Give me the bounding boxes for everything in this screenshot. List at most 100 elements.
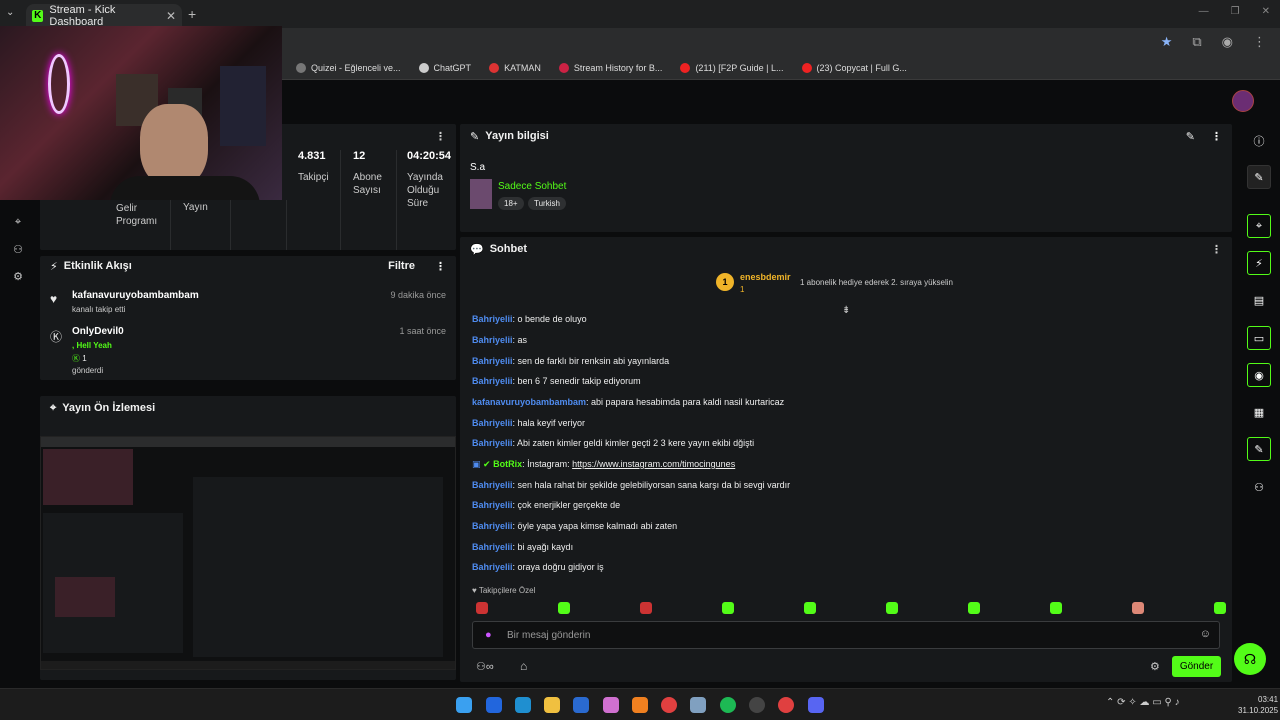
- menu-icon[interactable]: ⋮: [1253, 34, 1266, 50]
- taskbar: ⌃ ⟳ ✧ ☁ ▭ ⚲ ♪ 03:41 31.10.2025: [0, 688, 1280, 720]
- store-icon[interactable]: [573, 697, 589, 713]
- more-options-icon[interactable]: ⋮: [1211, 130, 1222, 143]
- poll-icon[interactable]: ⚇∞: [476, 660, 494, 673]
- scroll-down-icon[interactable]: ⇟: [842, 305, 850, 316]
- emote-icon[interactable]: [804, 602, 816, 614]
- store-icon[interactable]: ⌂: [520, 659, 527, 673]
- profile-icon[interactable]: ◉: [1222, 34, 1233, 50]
- activity-header: ⚡ Etkinlik Akışı Filtre ⋮: [40, 256, 456, 276]
- star-icon[interactable]: ★: [1161, 34, 1173, 50]
- edge-icon[interactable]: [515, 697, 531, 713]
- preview-title: Yayın Ön İzlemesi: [62, 402, 156, 414]
- vlc-icon[interactable]: [632, 697, 648, 713]
- obs-icon[interactable]: [749, 697, 765, 713]
- kick-icon: Ⓚ: [50, 330, 63, 344]
- emote-icon[interactable]: [886, 602, 898, 614]
- verified-icon: ✔: [483, 459, 491, 469]
- layout-icon[interactable]: ▦: [1247, 400, 1271, 424]
- top-gifter-name[interactable]: enesbdemir: [740, 272, 791, 282]
- discord-icon[interactable]: [808, 697, 824, 713]
- new-tab-button[interactable]: +: [188, 6, 196, 22]
- bolt-icon[interactable]: ⚡: [1247, 251, 1271, 275]
- chat-input-placeholder: Bir mesaj gönderin: [507, 630, 591, 641]
- extensions-icon[interactable]: ⧉: [1192, 34, 1201, 50]
- tab-close-icon[interactable]: ✕: [166, 9, 176, 23]
- users-icon[interactable]: ⚇: [10, 243, 26, 259]
- app-icon[interactable]: [603, 697, 619, 713]
- more-options-icon[interactable]: ⋮: [1211, 243, 1222, 256]
- clipboard-icon[interactable]: ▤: [1247, 288, 1271, 312]
- filter-button[interactable]: Filtre: [388, 260, 415, 272]
- help-button[interactable]: ☊: [1234, 643, 1266, 675]
- tab-search-icon[interactable]: ⌄: [6, 7, 14, 18]
- more-options-icon[interactable]: ⋮: [435, 130, 446, 143]
- category-thumbnail: [470, 179, 492, 209]
- stream-title: S.a: [470, 162, 486, 173]
- broadcast-icon[interactable]: ◉: [1247, 363, 1271, 387]
- user-avatar[interactable]: [1232, 90, 1254, 112]
- clock[interactable]: 03:41 31.10.2025: [1238, 694, 1278, 716]
- chat-icon[interactable]: ▭: [1247, 326, 1271, 350]
- stat-stream-label: Yayın: [183, 202, 208, 213]
- window-controls: — ❐ ✕: [1199, 6, 1270, 17]
- bolt-icon: ⚡: [50, 260, 58, 273]
- edit-icon[interactable]: ✎: [1247, 165, 1271, 189]
- chat-icon: 💬: [470, 243, 484, 256]
- info-icon[interactable]: ⓘ: [1247, 129, 1271, 153]
- emote-icon[interactable]: [968, 602, 980, 614]
- chat-header: 💬 Sohbet ⋮: [460, 237, 1232, 261]
- more-options-icon[interactable]: ⋮: [435, 260, 446, 273]
- tag-badge[interactable]: Turkish: [528, 197, 566, 210]
- followers-only-label: ♥ Takipçilere Özel: [472, 586, 536, 595]
- bookmark-item[interactable]: Stream History for B...: [558, 62, 662, 73]
- emote-icon[interactable]: [1050, 602, 1062, 614]
- emote-icon[interactable]: [558, 602, 570, 614]
- send-button[interactable]: Gönder: [1172, 656, 1221, 677]
- chat-message: Bahriyelii: oraya doğru gidiyor iş: [472, 562, 604, 572]
- integrations-icon[interactable]: ⚇: [1247, 475, 1271, 499]
- spotify-icon[interactable]: [720, 697, 736, 713]
- close-window-icon[interactable]: ✕: [1262, 6, 1270, 17]
- stat-followers: 4.831 Takipçi: [298, 150, 329, 183]
- bookmark-item[interactable]: ChatGPT: [418, 62, 471, 73]
- emote-icon[interactable]: [722, 602, 734, 614]
- emoji-icon[interactable]: ☺: [1200, 628, 1211, 640]
- chrome-icon[interactable]: [661, 697, 677, 713]
- chat-link[interactable]: https://www.instagram.com/timocingunes: [572, 459, 735, 469]
- chat-settings-icon[interactable]: ⚙: [1150, 660, 1160, 673]
- chat-input[interactable]: ● Bir mesaj gönderin ☺: [472, 621, 1220, 649]
- app-icon[interactable]: [486, 697, 502, 713]
- settings-icon[interactable]: ⚙: [10, 270, 26, 286]
- tag-badge[interactable]: 18+: [498, 197, 524, 210]
- emote-icon[interactable]: [640, 602, 652, 614]
- browser-tab[interactable]: K Stream - Kick Dashboard ✕: [26, 4, 182, 28]
- bot-badge-icon: ▣: [472, 459, 481, 469]
- emote-icon[interactable]: [476, 602, 488, 614]
- explorer-icon[interactable]: [544, 697, 560, 713]
- stream-preview-video[interactable]: [40, 436, 456, 670]
- windows-start-icon[interactable]: [456, 697, 472, 713]
- wrench-icon[interactable]: ✎: [1247, 437, 1271, 461]
- gift-hint: 1 abonelik hediye ederek 2. sıraya yükse…: [800, 278, 953, 287]
- minimize-icon[interactable]: —: [1199, 6, 1209, 17]
- preview-header: ⌖ Yayın Ön İzlemesi: [40, 396, 456, 420]
- chrome-icon[interactable]: [778, 697, 794, 713]
- stream-icon[interactable]: ⌖: [10, 216, 26, 232]
- emote-icon[interactable]: [1132, 602, 1144, 614]
- bookmark-item[interactable]: (23) Copycat | Full G...: [801, 62, 907, 73]
- bookmark-item[interactable]: Quizei - Eğlenceli ve...: [296, 62, 401, 73]
- bookmark-item[interactable]: (211) [F2P Guide | L...: [680, 62, 784, 73]
- edit-icon[interactable]: ✎: [1186, 130, 1195, 143]
- category-name[interactable]: Sadece Sohbet: [498, 181, 566, 192]
- emote-icon[interactable]: [1214, 602, 1226, 614]
- stream-panel-icon[interactable]: ⌖: [1247, 214, 1271, 238]
- chat-message: Bahriyelii: as: [472, 335, 528, 345]
- tray-icons[interactable]: ⌃ ⟳ ✧ ☁ ▭ ⚲ ♪: [1106, 697, 1180, 708]
- stream-info-panel: ✎ Yayın bilgisi ✎ ⋮ S.a Sadece Sohbet 18…: [460, 124, 1232, 232]
- bookmark-item[interactable]: KATMAN: [489, 62, 541, 73]
- mic-icon[interactable]: ●: [485, 629, 492, 641]
- app-icon[interactable]: [690, 697, 706, 713]
- chat-title: Sohbet: [489, 243, 527, 255]
- stat-uptime: 04:20:54 Yayında Olduğu Süre: [407, 150, 452, 209]
- maximize-icon[interactable]: ❐: [1231, 6, 1240, 17]
